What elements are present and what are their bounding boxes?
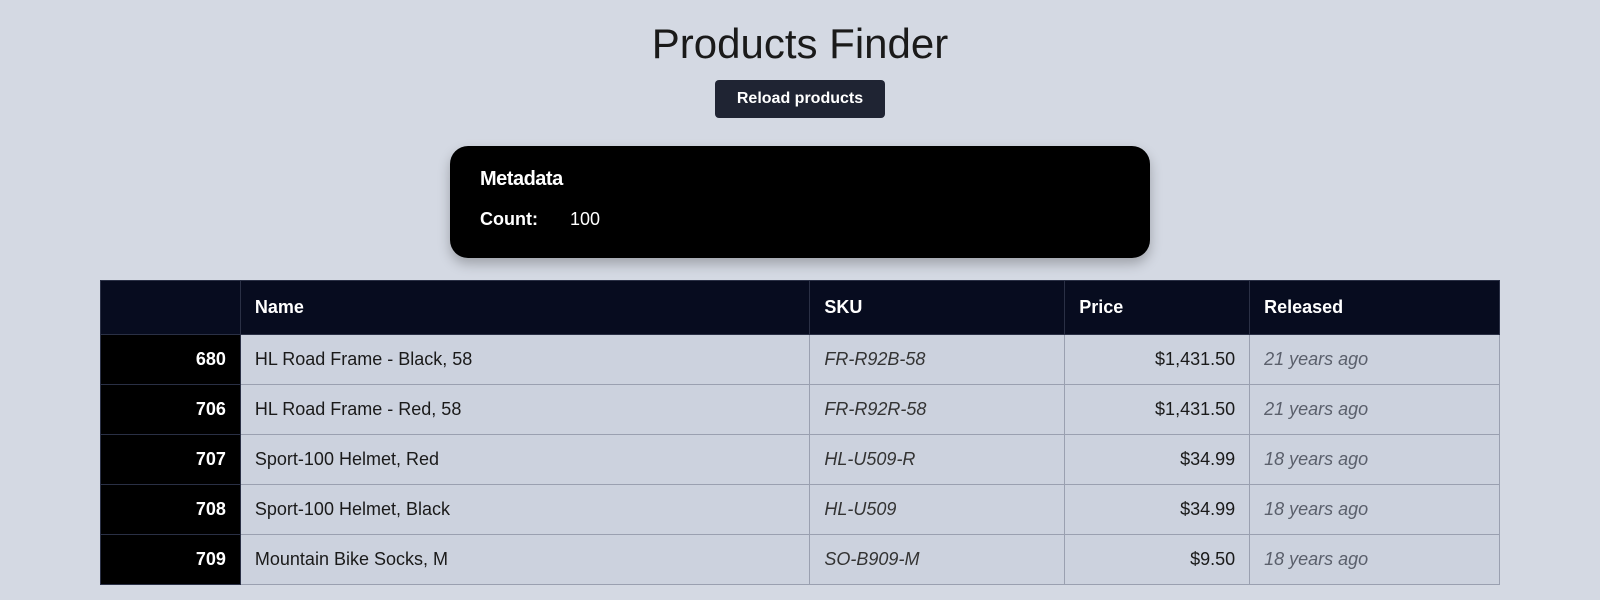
cell-sku: SO-B909-M (810, 535, 1065, 585)
cell-price: $34.99 (1065, 435, 1250, 485)
column-header-id[interactable] (101, 281, 241, 335)
cell-id: 709 (101, 535, 241, 585)
cell-name: HL Road Frame - Red, 58 (240, 385, 810, 435)
metadata-count-value: 100 (570, 209, 600, 230)
metadata-count-row: Count: 100 (480, 209, 1120, 230)
cell-id: 707 (101, 435, 241, 485)
cell-name: Sport-100 Helmet, Black (240, 485, 810, 535)
cell-sku: HL-U509-R (810, 435, 1065, 485)
page-title: Products Finder (652, 20, 948, 68)
reload-products-button[interactable]: Reload products (715, 80, 885, 118)
table-row: 707 Sport-100 Helmet, Red HL-U509-R $34.… (101, 435, 1500, 485)
cell-released: 21 years ago (1250, 335, 1500, 385)
table-row: 706 HL Road Frame - Red, 58 FR-R92R-58 $… (101, 385, 1500, 435)
cell-price: $1,431.50 (1065, 385, 1250, 435)
cell-price: $34.99 (1065, 485, 1250, 535)
metadata-count-label: Count: (480, 209, 570, 230)
cell-released: 18 years ago (1250, 485, 1500, 535)
metadata-panel: Metadata Count: 100 (450, 146, 1150, 258)
cell-name: Sport-100 Helmet, Red (240, 435, 810, 485)
column-header-price[interactable]: Price (1065, 281, 1250, 335)
table-row: 708 Sport-100 Helmet, Black HL-U509 $34.… (101, 485, 1500, 535)
cell-price: $9.50 (1065, 535, 1250, 585)
column-header-name[interactable]: Name (240, 281, 810, 335)
table-row: 680 HL Road Frame - Black, 58 FR-R92B-58… (101, 335, 1500, 385)
cell-released: 21 years ago (1250, 385, 1500, 435)
metadata-title: Metadata (480, 168, 1120, 191)
column-header-sku[interactable]: SKU (810, 281, 1065, 335)
cell-sku: FR-R92R-58 (810, 385, 1065, 435)
cell-price: $1,431.50 (1065, 335, 1250, 385)
table-header-row: Name SKU Price Released (101, 281, 1500, 335)
cell-released: 18 years ago (1250, 535, 1500, 585)
cell-id: 680 (101, 335, 241, 385)
products-table: Name SKU Price Released 680 HL Road Fram… (100, 280, 1500, 585)
cell-released: 18 years ago (1250, 435, 1500, 485)
cell-name: Mountain Bike Socks, M (240, 535, 810, 585)
cell-id: 706 (101, 385, 241, 435)
cell-sku: HL-U509 (810, 485, 1065, 535)
table-row: 709 Mountain Bike Socks, M SO-B909-M $9.… (101, 535, 1500, 585)
cell-sku: FR-R92B-58 (810, 335, 1065, 385)
cell-name: HL Road Frame - Black, 58 (240, 335, 810, 385)
cell-id: 708 (101, 485, 241, 535)
column-header-released[interactable]: Released (1250, 281, 1500, 335)
